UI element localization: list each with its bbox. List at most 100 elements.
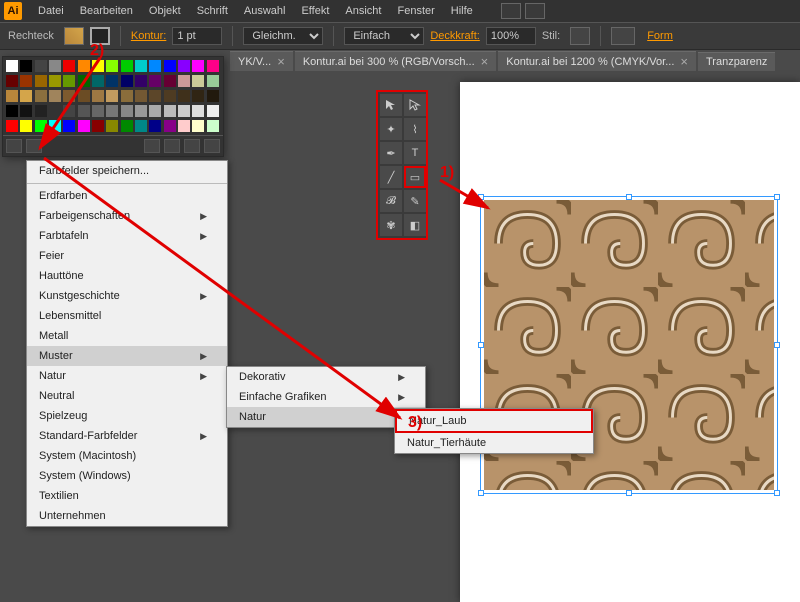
menu-item[interactable]: Einfache Grafiken▶ — [227, 387, 425, 407]
swatch-cell[interactable] — [121, 120, 133, 132]
swatch-cell[interactable] — [6, 75, 18, 87]
fill-swatch[interactable] — [64, 27, 84, 45]
swatch-cell[interactable] — [135, 90, 147, 102]
menu-auswahl[interactable]: Auswahl — [236, 2, 294, 20]
swatch-cell[interactable] — [192, 75, 204, 87]
swatch-cell[interactable] — [135, 105, 147, 117]
menu-hilfe[interactable]: Hilfe — [443, 2, 481, 20]
menu-item[interactable]: Standard-Farbfelder▶ — [27, 426, 227, 446]
swatch-cell[interactable] — [20, 120, 32, 132]
swatch-cell[interactable] — [164, 120, 176, 132]
swatch-cell[interactable] — [35, 120, 47, 132]
swatch-cell[interactable] — [35, 105, 47, 117]
close-icon[interactable]: × — [680, 55, 688, 68]
eraser-tool-icon[interactable]: ◧ — [404, 214, 426, 236]
swatch-cell[interactable] — [78, 90, 90, 102]
swatch-cell[interactable] — [6, 90, 18, 102]
swatch-options-icon[interactable] — [144, 139, 160, 153]
swatch-cell[interactable] — [92, 75, 104, 87]
swatch-cell[interactable] — [192, 90, 204, 102]
pen-tool-icon[interactable]: ✒ — [380, 142, 402, 164]
profile-select[interactable]: Einfach — [344, 27, 424, 45]
menu-item[interactable]: Natur_Tierhäute — [395, 433, 593, 453]
menu-item[interactable]: Farbeigenschaften▶ — [27, 206, 227, 226]
swatch-cell[interactable] — [78, 120, 90, 132]
swatch-cell[interactable] — [63, 105, 75, 117]
swatch-cell[interactable] — [207, 75, 219, 87]
menu-bearbeiten[interactable]: Bearbeiten — [72, 2, 141, 20]
selection-tool-icon[interactable] — [380, 94, 402, 116]
swatch-cell[interactable] — [149, 60, 161, 72]
swatch-cell[interactable] — [121, 60, 133, 72]
stroke-weight-input[interactable] — [172, 27, 222, 45]
new-swatch-icon[interactable] — [184, 139, 200, 153]
swatch-cell[interactable] — [178, 60, 190, 72]
stroke-swatch[interactable] — [90, 27, 110, 45]
swatch-cell[interactable] — [135, 60, 147, 72]
swatch-cell[interactable] — [35, 60, 47, 72]
menu-datei[interactable]: Datei — [30, 2, 72, 20]
swatch-cell[interactable] — [207, 60, 219, 72]
swatch-cell[interactable] — [20, 75, 32, 87]
swatch-cell[interactable] — [164, 90, 176, 102]
format-link[interactable]: Form — [647, 30, 673, 42]
swatch-cell[interactable] — [92, 120, 104, 132]
swatch-cell[interactable] — [106, 90, 118, 102]
swatch-cell[interactable] — [149, 75, 161, 87]
swatch-cell[interactable] — [49, 90, 61, 102]
opacity-input[interactable] — [486, 27, 536, 45]
swatch-cell[interactable] — [92, 90, 104, 102]
swatch-cell[interactable] — [6, 60, 18, 72]
direct-selection-tool-icon[interactable] — [404, 94, 426, 116]
dash-select[interactable]: Gleichm. — [243, 27, 323, 45]
swatch-cell[interactable] — [207, 105, 219, 117]
lasso-tool-icon[interactable]: ⌇ — [404, 118, 426, 140]
swatch-cell[interactable] — [207, 90, 219, 102]
menu-effekt[interactable]: Effekt — [293, 2, 337, 20]
menu-objekt[interactable]: Objekt — [141, 2, 189, 20]
swatch-cell[interactable] — [106, 60, 118, 72]
line-tool-icon[interactable]: ╱ — [380, 166, 402, 188]
swatch-cell[interactable] — [49, 105, 61, 117]
swatch-cell[interactable] — [178, 105, 190, 117]
swatch-cell[interactable] — [63, 75, 75, 87]
swatch-cell[interactable] — [49, 120, 61, 132]
tab-3[interactable]: Tranzparenz — [698, 52, 775, 71]
swatch-cell[interactable] — [49, 75, 61, 87]
swatch-cell[interactable] — [106, 75, 118, 87]
new-group-icon[interactable] — [164, 139, 180, 153]
swatch-cell[interactable] — [63, 90, 75, 102]
menu-item[interactable]: Dekorativ▶ — [227, 367, 425, 387]
layout-icon-2[interactable] — [525, 3, 545, 19]
menu-save-swatches[interactable]: Farbfelder speichern... — [27, 161, 227, 181]
rectangle-tool-icon[interactable]: ▭ — [404, 166, 426, 188]
menu-item[interactable]: Muster▶ — [27, 346, 227, 366]
swatch-cell[interactable] — [192, 105, 204, 117]
swatch-cell[interactable] — [149, 90, 161, 102]
swatch-cell[interactable] — [164, 60, 176, 72]
pencil-tool-icon[interactable]: ✎ — [404, 190, 426, 212]
swatch-kind-icon[interactable] — [26, 139, 42, 153]
swatch-cell[interactable] — [121, 75, 133, 87]
swatch-cell[interactable] — [192, 60, 204, 72]
tab-1[interactable]: Kontur.ai bei 300 % (RGB/Vorsch...× — [295, 51, 496, 71]
swatch-cell[interactable] — [178, 90, 190, 102]
menu-item[interactable]: Hauttöne — [27, 266, 227, 286]
menu-item[interactable]: Unternehmen — [27, 506, 227, 526]
stroke-link[interactable]: Kontur: — [131, 30, 166, 42]
opacity-link[interactable]: Deckkraft: — [430, 30, 480, 42]
swatch-cell[interactable] — [63, 60, 75, 72]
menu-schrift[interactable]: Schrift — [189, 2, 236, 20]
close-icon[interactable]: × — [277, 55, 285, 68]
swatch-cell[interactable] — [92, 105, 104, 117]
brush-tool-icon[interactable]: 𝓑 — [380, 190, 402, 212]
swatch-cell[interactable] — [35, 90, 47, 102]
swatch-cell[interactable] — [6, 105, 18, 117]
magic-wand-tool-icon[interactable]: ✦ — [380, 118, 402, 140]
menu-item[interactable]: Metall — [27, 326, 227, 346]
menu-fenster[interactable]: Fenster — [389, 2, 442, 20]
swatch-cell[interactable] — [20, 60, 32, 72]
swatch-cell[interactable] — [6, 120, 18, 132]
swatch-cell[interactable] — [149, 120, 161, 132]
swatch-cell[interactable] — [164, 105, 176, 117]
